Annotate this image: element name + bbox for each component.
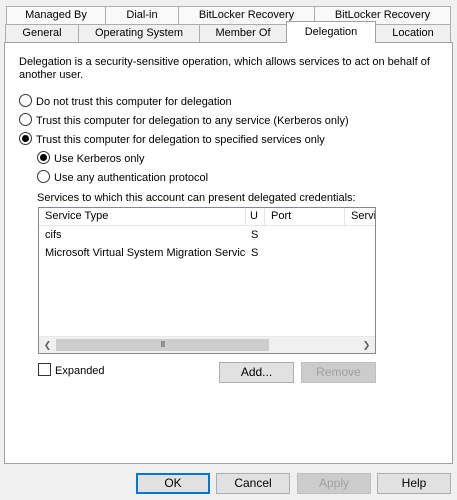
radio-label: Use any authentication protocol [54,172,209,184]
apply-button[interactable]: Apply [297,473,371,494]
radio-label: Trust this computer for delegation to an… [36,115,349,127]
tab-delegation[interactable]: Delegation [286,21,376,43]
radio-button-selected-icon[interactable] [37,151,50,164]
tab-member-of[interactable]: Member Of [199,24,287,43]
radio-label: Use Kerberos only [54,153,145,165]
scroll-left-icon[interactable]: ❮ [39,337,56,353]
help-button[interactable]: Help [377,473,451,494]
table-row[interactable]: Microsoft Virtual System Migration Servi… [39,245,375,262]
cell-user: S [251,247,259,259]
radio-button-icon[interactable] [37,170,50,183]
radio-do-not-trust[interactable]: Do not trust this computer for delegatio… [19,94,232,108]
checkbox-label: Expanded [55,365,105,377]
column-service[interactable]: Servi [345,208,375,226]
services-list[interactable]: Service Type U Port Servi cifs S Microso… [38,207,376,354]
tab-general[interactable]: General [5,24,79,43]
radio-button-icon[interactable] [19,94,32,107]
column-port[interactable]: Port [265,208,345,226]
expanded-checkbox[interactable]: Expanded [38,363,105,377]
radio-button-icon[interactable] [19,113,32,126]
radio-button-selected-icon[interactable] [19,132,32,145]
cell-service-type: cifs [45,229,62,241]
radio-kerberos-only[interactable]: Use Kerberos only [37,151,145,165]
remove-button[interactable]: Remove [301,362,376,383]
checkbox-icon[interactable] [38,363,51,376]
cell-user: S [251,229,259,241]
tab-dial-in[interactable]: Dial-in [105,6,179,25]
cell-service-type: Microsoft Virtual System Migration Servi… [45,247,246,259]
radio-label: Trust this computer for delegation to sp… [36,134,325,146]
tab-operating-system[interactable]: Operating System [78,24,200,43]
tab-location[interactable]: Location [375,24,451,43]
radio-trust-specified-services[interactable]: Trust this computer for delegation to sp… [19,132,325,146]
tab-managed-by[interactable]: Managed By [6,6,106,25]
radio-trust-any-service[interactable]: Trust this computer for delegation to an… [19,113,349,127]
table-row[interactable]: cifs S [39,227,375,244]
delegation-panel: Delegation is a security-sensitive opera… [4,42,453,464]
scroll-right-icon[interactable]: ❯ [358,337,375,353]
cancel-button[interactable]: Cancel [216,473,290,494]
add-button[interactable]: Add... [219,362,294,383]
scroll-thumb[interactable]: III [56,339,269,351]
ok-button[interactable]: OK [136,473,210,494]
horizontal-scrollbar[interactable]: ❮ III ❯ [39,336,375,353]
column-service-type[interactable]: Service Type [39,208,246,226]
radio-any-auth-protocol[interactable]: Use any authentication protocol [37,170,208,184]
radio-label: Do not trust this computer for delegatio… [36,96,232,108]
dialog-button-bar: OK Cancel Apply Help [0,466,457,500]
list-header: Service Type U Port Servi [39,208,375,226]
delegation-description: Delegation is a security-sensitive opera… [19,56,430,81]
services-label: Services to which this account can prese… [37,192,356,204]
column-user[interactable]: U [246,208,265,226]
